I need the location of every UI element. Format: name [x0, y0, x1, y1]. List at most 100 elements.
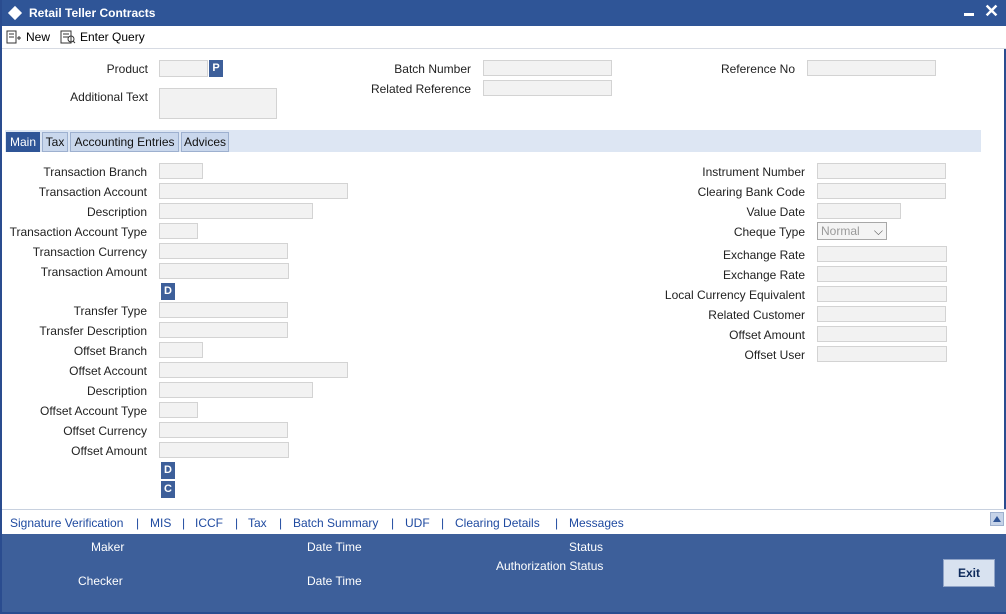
offset-account-label: Offset Account — [69, 364, 147, 378]
status-label: Status — [569, 540, 604, 554]
messages-link[interactable]: Messages — [569, 516, 624, 530]
link-separator: | — [182, 516, 186, 530]
cheque-type-select[interactable]: Normal ⌵ — [817, 222, 887, 240]
exit-button[interactable]: Exit — [943, 559, 995, 587]
local-currency-equivalent-field[interactable] — [817, 286, 947, 302]
product-field[interactable] — [159, 60, 208, 77]
tab-tax[interactable]: Tax — [42, 132, 68, 152]
tab-accounting-entries[interactable]: Accounting Entries — [70, 132, 179, 152]
link-separator: | — [391, 516, 395, 530]
transfer-description-field[interactable] — [159, 322, 288, 338]
offset-account-field[interactable] — [159, 362, 348, 378]
new-document-icon — [6, 30, 21, 44]
link-separator: | — [279, 516, 283, 530]
authorization-status-label: Authorization Status — [496, 559, 604, 573]
offset-branch-label: Offset Branch — [73, 344, 147, 358]
offset-user-field[interactable] — [817, 346, 947, 362]
transfer-type-field[interactable] — [159, 302, 288, 318]
batch-summary-link[interactable]: Batch Summary — [293, 516, 378, 530]
offset-denomination-button[interactable]: D — [161, 462, 175, 479]
clearing-bank-code-field[interactable] — [817, 183, 946, 199]
offset-account-type-field[interactable] — [159, 402, 198, 418]
window-title: Retail Teller Contracts — [29, 6, 156, 20]
exchange-rate-field-1[interactable] — [817, 246, 947, 262]
transfer-type-label: Transfer Type — [73, 304, 147, 318]
transaction-currency-label: Transaction Currency — [32, 245, 147, 259]
chevron-down-icon: ⌵ — [873, 224, 883, 238]
link-separator: | — [235, 516, 239, 530]
offset-account-type-label: Offset Account Type — [40, 404, 147, 418]
transfer-description-label: Transfer Description — [39, 324, 147, 338]
additional-text-field[interactable] — [159, 88, 277, 119]
transaction-account-field[interactable] — [159, 183, 348, 199]
exchange-rate-field-2[interactable] — [817, 266, 947, 282]
tab-advices[interactable]: Advices — [181, 132, 229, 152]
reference-no-label: Reference No — [720, 62, 795, 76]
tab-main[interactable]: Main — [6, 132, 40, 152]
link-separator: | — [441, 516, 445, 530]
transaction-account-type-label: Transaction Account Type — [9, 225, 147, 239]
iccf-link[interactable]: ICCF — [195, 516, 223, 530]
batch-number-label: Batch Number — [394, 62, 471, 76]
right-offset-amount-field[interactable] — [817, 326, 947, 342]
description-label: Description — [86, 205, 147, 219]
offset-amount-label: Offset Amount — [71, 444, 147, 458]
tax-link[interactable]: Tax — [248, 516, 267, 530]
related-customer-field[interactable] — [817, 306, 946, 322]
link-separator: | — [555, 516, 559, 530]
scroll-up-icon[interactable] — [990, 512, 1004, 526]
checker-date-time-label: Date Time — [307, 574, 362, 588]
offset-user-label: Offset User — [744, 348, 805, 362]
link-separator: | — [136, 516, 140, 530]
related-reference-label: Related Reference — [370, 82, 471, 96]
right-offset-amount-label: Offset Amount — [729, 328, 805, 342]
minimize-icon[interactable] — [964, 13, 974, 16]
transaction-account-label: Transaction Account — [38, 185, 147, 199]
maker-date-time-label: Date Time — [307, 540, 362, 554]
transaction-branch-field[interactable] — [159, 163, 203, 179]
product-pick-button[interactable]: P — [209, 60, 223, 77]
transaction-account-type-field[interactable] — [159, 223, 198, 239]
exchange-rate-label-1: Exchange Rate — [722, 248, 805, 262]
cheque-type-label: Cheque Type — [733, 225, 805, 239]
close-icon[interactable]: ✕ — [984, 2, 999, 20]
offset-amount-field[interactable] — [159, 442, 289, 458]
additional-text-label: Additional Text — [70, 90, 148, 104]
audit-footer: Maker Checker Date Time Date Time Status… — [2, 534, 1006, 612]
offset-currency-field[interactable] — [159, 422, 288, 438]
sub-screen-link-bar: Signature Verification | MIS | ICCF | Ta… — [2, 509, 1006, 534]
transaction-denomination-button[interactable]: D — [161, 283, 175, 300]
related-reference-field[interactable] — [483, 80, 612, 96]
offset-description-field[interactable] — [159, 382, 313, 398]
charges-button[interactable]: C — [161, 481, 175, 498]
enter-query-button[interactable]: Enter Query — [60, 28, 145, 46]
instrument-number-label: Instrument Number — [702, 165, 805, 179]
batch-number-field[interactable] — [483, 60, 612, 76]
clearing-bank-code-label: Clearing Bank Code — [697, 185, 805, 199]
maker-label: Maker — [91, 540, 125, 554]
udf-link[interactable]: UDF — [405, 516, 430, 530]
reference-no-field[interactable] — [807, 60, 936, 76]
exchange-rate-label-2: Exchange Rate — [722, 268, 805, 282]
clearing-details-link[interactable]: Clearing Details — [455, 516, 540, 530]
checker-label: Checker — [78, 574, 123, 588]
tab-strip: Main Tax Accounting Entries Advices — [5, 130, 981, 152]
offset-branch-field[interactable] — [159, 342, 203, 358]
instrument-number-field[interactable] — [817, 163, 946, 179]
signature-verification-link[interactable]: Signature Verification — [10, 516, 123, 530]
new-button[interactable]: New — [6, 28, 50, 46]
related-customer-label: Related Customer — [708, 308, 805, 322]
transaction-currency-field[interactable] — [159, 243, 288, 259]
mis-link[interactable]: MIS — [150, 516, 171, 530]
local-currency-equivalent-label: Local Currency Equivalent — [664, 288, 805, 302]
enter-query-button-label: Enter Query — [80, 30, 145, 44]
description-field[interactable] — [159, 203, 313, 219]
value-date-field[interactable] — [817, 203, 901, 219]
new-button-label: New — [26, 30, 51, 44]
offset-currency-label: Offset Currency — [63, 424, 147, 438]
cheque-type-value: Normal — [821, 224, 860, 238]
title-bar: Retail Teller Contracts ✕ — [2, 0, 1006, 26]
transaction-amount-field[interactable] — [159, 263, 289, 279]
query-icon — [60, 30, 76, 44]
value-date-label: Value Date — [746, 205, 805, 219]
